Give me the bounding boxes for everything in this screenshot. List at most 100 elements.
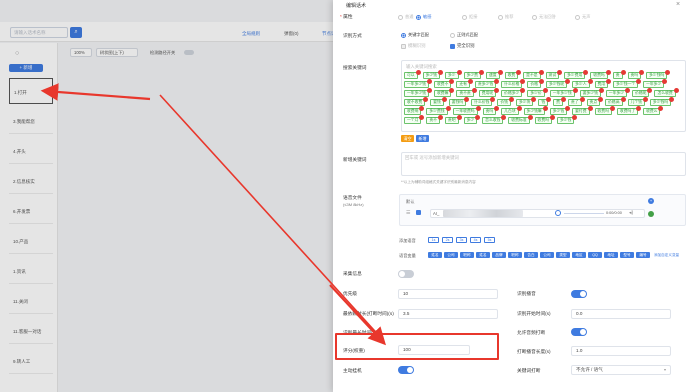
remove-tag-icon[interactable] <box>464 97 470 102</box>
remove-tag-icon[interactable] <box>423 97 429 102</box>
keyword-tag[interactable]: 要钱吗 <box>448 97 470 106</box>
keyword-tag[interactable]: 要钱 <box>430 97 447 106</box>
priority-input[interactable]: 10 <box>398 289 498 299</box>
remove-tag-icon[interactable] <box>662 79 668 84</box>
recog-start-time-input[interactable]: 0.0 <box>571 309 671 319</box>
keyword-tag[interactable]: 价格高 <box>605 97 626 106</box>
keyword-tag[interactable]: 几百块 <box>501 106 522 115</box>
recog-radio-keyword[interactable]: 关键字匹配 <box>401 32 429 38</box>
remove-tag-icon[interactable] <box>490 97 496 102</box>
keyword-tag[interactable]: 收费啊 <box>404 106 425 115</box>
keyword-tag[interactable]: 多少钱 <box>422 70 443 79</box>
keyword-tag[interactable]: 什么价钱 <box>471 97 496 106</box>
keyword-tag[interactable]: 要付费 <box>572 106 593 115</box>
fuzzy-recog-checkbox[interactable]: 模糊识别 <box>401 43 426 49</box>
keyword-tag[interactable]: 收费不 <box>433 79 455 88</box>
remove-tag-icon[interactable] <box>531 97 537 102</box>
voice-var-pill[interactable]: 职称 <box>508 252 522 258</box>
keyword-tag[interactable]: 多少费钱 <box>426 106 451 115</box>
keyword-tag[interactable]: 钱 <box>538 97 552 106</box>
remove-tag-icon[interactable] <box>620 70 626 75</box>
remove-tag-icon[interactable] <box>642 97 648 102</box>
keyword-tag[interactable]: 多少钱一个 <box>613 79 642 88</box>
keyword-tag[interactable]: 收费吗 <box>534 115 555 124</box>
voice-var-pill[interactable]: QQ <box>588 252 602 258</box>
remove-tag-icon[interactable] <box>508 97 514 102</box>
keyword-tag[interactable]: 还有 <box>456 79 473 88</box>
remove-tag-icon[interactable] <box>565 79 571 84</box>
list-icon[interactable]: ☰ <box>406 210 410 216</box>
remove-tag-icon[interactable] <box>606 79 612 84</box>
voice-var-pill[interactable]: 告白 <box>524 252 538 258</box>
remove-tag-icon[interactable] <box>467 79 473 84</box>
pause-pill[interactable]: 5s <box>484 237 495 243</box>
attr-radio-recommend[interactable]: 推荐 <box>498 14 513 20</box>
remove-tag-icon[interactable] <box>437 115 443 120</box>
keyword-tag[interactable]: 费用呢 <box>478 88 500 97</box>
remove-tag-icon[interactable] <box>658 106 664 111</box>
attr-radio-normal[interactable]: 普通 <box>398 14 413 20</box>
keyword-tag[interactable]: 多少钱吗 <box>646 70 671 79</box>
voice-var-pill[interactable]: 公司 <box>444 252 458 258</box>
voice-var-pill[interactable]: 编号 <box>636 252 650 258</box>
voice-row-checkbox[interactable] <box>416 210 421 215</box>
keyword-tag[interactable]: 一年收费吗 <box>452 106 481 115</box>
remove-tag-icon[interactable] <box>520 79 526 84</box>
add-voice-icon[interactable]: + <box>648 198 654 204</box>
pause-pill[interactable]: 1s <box>428 237 439 243</box>
keyword-tag[interactable]: 贵了 <box>567 97 585 106</box>
keyword-tag[interactable]: 一年多少钱 <box>549 88 578 97</box>
pause-pill[interactable]: 4s <box>470 237 481 243</box>
remove-tag-icon[interactable] <box>605 70 611 75</box>
remove-tag-icon[interactable] <box>441 97 447 102</box>
keyword-tag[interactable]: 贵吗 <box>627 70 645 79</box>
add-keyword-button[interactable]: 新增 <box>416 135 429 142</box>
remove-tag-icon[interactable] <box>565 106 571 111</box>
recog-radio-regex[interactable]: 正则式匹配 <box>450 32 478 38</box>
remove-tag-icon[interactable] <box>579 97 585 102</box>
remove-tag-icon[interactable] <box>583 70 589 75</box>
remove-tag-icon[interactable] <box>437 70 443 75</box>
clear-keywords-button[interactable]: 清空 <box>401 135 414 142</box>
remove-tag-icon[interactable] <box>542 88 548 93</box>
voice-progress-bar[interactable] <box>564 213 604 214</box>
collect-info-toggle[interactable] <box>398 270 414 278</box>
remove-tag-icon[interactable] <box>419 115 425 120</box>
keyword-tag[interactable]: 一个月 <box>404 115 425 124</box>
keyword-tag[interactable]: 贵 <box>612 70 626 79</box>
keyword-tag[interactable]: 收费吗 <box>594 106 615 115</box>
remove-tag-icon[interactable] <box>497 70 503 75</box>
remove-tag-icon[interactable] <box>426 79 432 84</box>
keyword-tag[interactable]: 速度 <box>485 70 503 79</box>
keywords-search-input[interactable]: 输入关键词搜索 <box>406 64 437 70</box>
remove-tag-icon[interactable] <box>471 88 477 93</box>
keyword-tag[interactable]: 收不收费 <box>404 97 429 106</box>
remove-tag-icon[interactable] <box>625 88 631 93</box>
keyword-tag[interactable]: 多少 <box>444 70 462 79</box>
remove-tag-icon[interactable] <box>546 97 552 102</box>
remove-tag-icon[interactable] <box>598 88 604 93</box>
interrupt-length-input[interactable]: 1.0 <box>571 346 671 356</box>
keyword-tag[interactable]: 贵吗 <box>482 106 500 115</box>
confirm-icon[interactable] <box>648 211 654 217</box>
voice-var-pill[interactable]: 地址 <box>604 252 618 258</box>
voice-var-pill[interactable]: 型号 <box>620 252 634 258</box>
remove-tag-icon[interactable] <box>478 70 484 75</box>
remove-tag-icon[interactable] <box>587 106 593 111</box>
keyword-tag[interactable]: 收费 <box>504 70 522 79</box>
keyword-tag[interactable]: 几个钱 <box>627 97 648 106</box>
remove-tag-icon[interactable] <box>665 70 671 75</box>
keyword-tag[interactable]: 多少钱嘛 <box>523 106 548 115</box>
remove-tag-icon[interactable] <box>415 70 421 75</box>
keyword-tag[interactable]: 贵不贵 <box>456 88 477 97</box>
interrupt-time-input[interactable]: 3.5 <box>398 309 498 319</box>
add-custom-var-link[interactable]: 添加自定义变量 <box>654 253 679 258</box>
remove-tag-icon[interactable] <box>426 88 432 93</box>
remove-tag-icon[interactable] <box>449 88 455 93</box>
keyword-tag[interactable]: 可以 <box>404 70 421 79</box>
remove-tag-icon[interactable] <box>636 106 642 111</box>
remove-tag-icon[interactable] <box>456 115 462 120</box>
attr-radio-sensitive[interactable]: 敏感 <box>416 14 431 20</box>
remove-tag-icon[interactable] <box>549 115 555 120</box>
remove-tag-icon[interactable] <box>572 115 578 120</box>
